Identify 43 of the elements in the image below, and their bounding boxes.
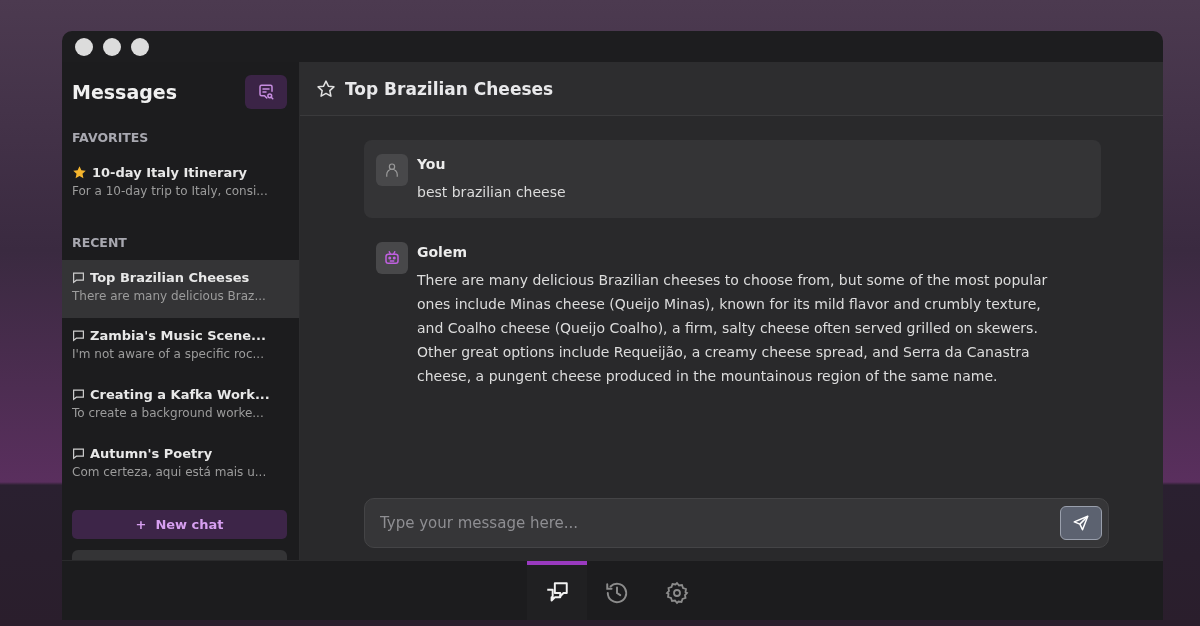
section-label: FAVORITES	[71, 130, 150, 145]
chat-title: Creating a Kafka Work...	[90, 386, 270, 402]
window-control-dot[interactable]	[103, 37, 121, 56]
chat-title-heading: Top Brazilian Cheeses	[345, 78, 554, 99]
message-text: best brazilian cheese	[417, 183, 566, 202]
chat-preview: Com certeza, aqui está mais u...	[72, 464, 268, 479]
chat-preview: To create a background worke...	[72, 405, 265, 420]
chat-bubble-icon	[72, 387, 85, 401]
user-avatar-icon	[376, 154, 408, 186]
chat-preview: There are many delicious Braz...	[72, 288, 267, 303]
send-button[interactable]	[1060, 506, 1102, 540]
chat-title: Top Brazilian Cheeses	[90, 269, 250, 285]
star-icon	[72, 165, 87, 180]
star-outline-icon[interactable]	[316, 78, 336, 99]
send-icon	[1072, 514, 1090, 532]
section-label: RECENT	[71, 234, 128, 250]
chat-list-item[interactable]: Zambia's Music Scene... I'm not aware of a specific roc...	[62, 318, 299, 377]
message-composer[interactable]: Type your message here...	[364, 498, 1109, 548]
chat-list-item[interactable]: 10-day Italy Itinerary For a 10-day trip to Italy, consi...	[62, 155, 299, 214]
message-text: There are many delicious Brazilian cheeses to choose from, but some of the most popular ones include Minas cheese (Queijo Minas), known for its mild flavor and crumbly texture, and Coalho cheese (Queijo Coalho), a firm, salty cheese often served grilled on skewers. Other great options include Requeijão, a creamy cheese spread, and Serra da Canastra cheese, a pungent cheese produced in the mountainous region of the same name.	[417, 271, 1049, 386]
chats-tab[interactable]	[527, 561, 587, 620]
sidebar-title: Messages	[72, 81, 178, 103]
message-input-field[interactable]: Type your message here...	[378, 513, 1060, 533]
chat-title: 10-day Italy Itinerary	[92, 165, 248, 180]
chat-list-item[interactable]: Autumn's Poetry Com certeza, aqui está mais u...	[62, 435, 299, 495]
window-control-dot[interactable]	[75, 37, 93, 56]
message-author: You	[417, 156, 447, 172]
chat-list-item[interactable]: Top Brazilian Cheeses There are many delicious Braz...	[62, 259, 299, 319]
robot-avatar-icon	[376, 242, 408, 274]
new-chat-button[interactable]: + New chat	[72, 510, 287, 540]
chat-preview: I'm not aware of a specific roc...	[72, 347, 265, 362]
chat-list-item[interactable]: Creating a Kafka Work... To create a background worke...	[62, 376, 299, 436]
chat-preview: For a 10-day trip to Italy, consi...	[72, 184, 269, 198]
search-chats-button[interactable]	[245, 75, 287, 109]
settings-icon	[665, 580, 689, 605]
message-author: Golem	[417, 244, 468, 260]
chat-bubble-icon	[72, 270, 85, 284]
chat-title: Zambia's Music Scene...	[90, 328, 266, 344]
search-chat-icon	[257, 83, 275, 101]
window-control-dot[interactable]	[131, 37, 149, 56]
chat-title: Autumn's Poetry	[90, 445, 213, 461]
chat-bubble-icon	[72, 329, 85, 343]
chat-bubble-icon	[72, 446, 85, 460]
